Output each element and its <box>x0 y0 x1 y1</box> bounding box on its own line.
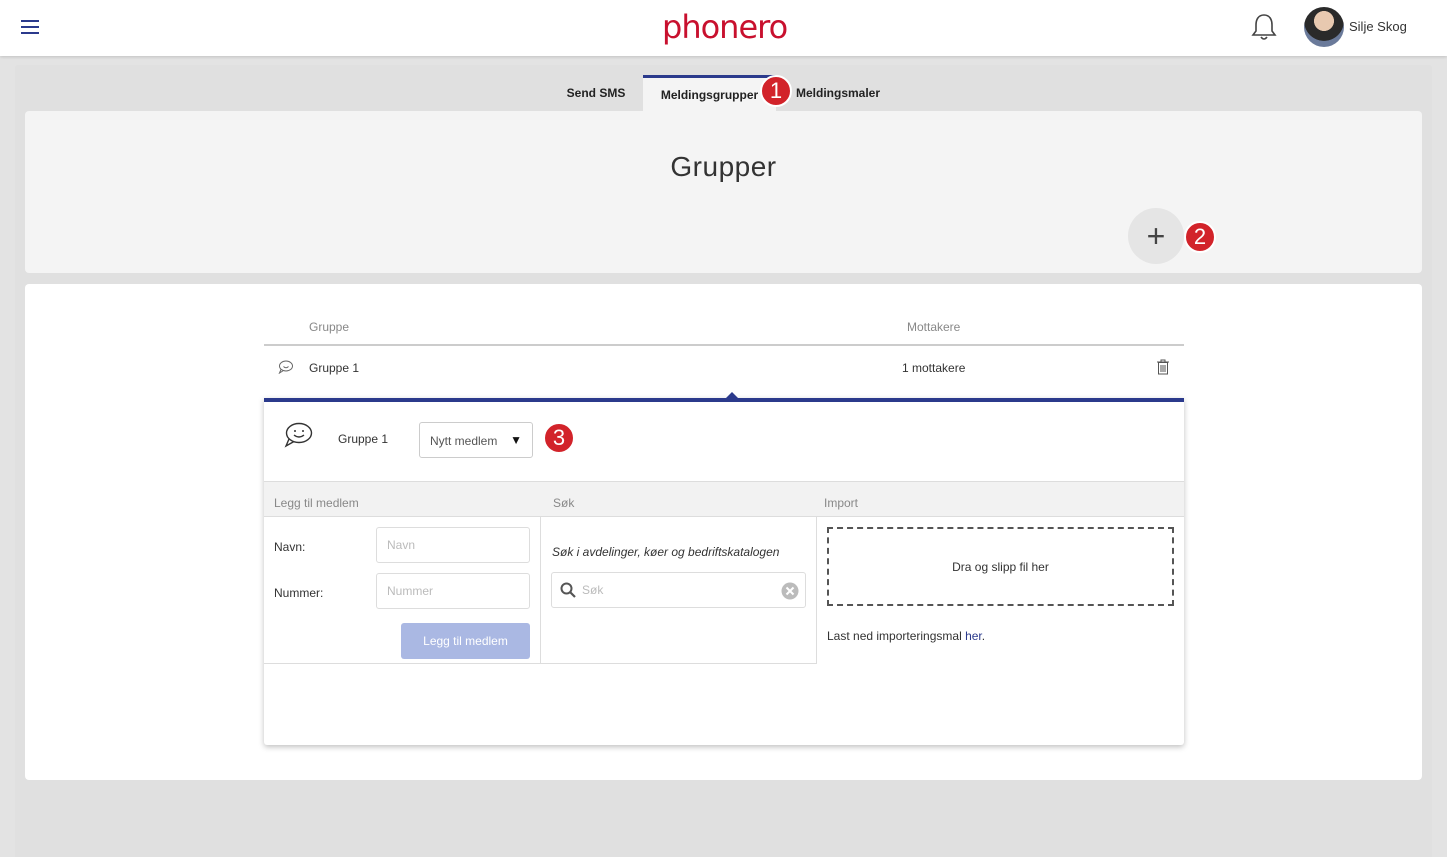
page-title: Grupper <box>670 151 777 182</box>
file-dropzone[interactable]: Dra og slipp fil her <box>827 527 1174 606</box>
name-input[interactable] <box>376 527 530 563</box>
chat-smiley-icon <box>284 422 313 448</box>
name-label: Navn: <box>274 540 306 554</box>
import-note-suffix: . <box>981 629 986 643</box>
number-input[interactable] <box>376 573 530 609</box>
top-bar: phonero Silje Skog <box>0 0 1447 56</box>
import-template-link[interactable]: her <box>965 629 982 643</box>
section-label-search: Søk <box>553 496 575 510</box>
caret-down-icon: ▼ <box>510 433 522 447</box>
panel-group-name: Gruppe 1 <box>338 432 389 446</box>
section-label-import: Import <box>824 496 859 510</box>
avatar[interactable] <box>1304 7 1344 47</box>
clear-icon[interactable] <box>781 582 799 600</box>
column-divider <box>540 517 541 664</box>
search-hint: Søk i avdelinger, køer og bedriftskatalo… <box>552 545 780 559</box>
trash-icon[interactable] <box>1156 359 1170 375</box>
column-divider <box>816 517 817 664</box>
menu-icon[interactable] <box>21 20 39 34</box>
columns-bottom-line <box>264 663 817 664</box>
section-header-bar: Legg til medlem Søk Import <box>264 481 1184 517</box>
search-input[interactable] <box>582 573 772 607</box>
bell-icon[interactable] <box>1250 12 1278 42</box>
dropdown-value: Nytt medlem <box>430 434 498 448</box>
member-type-dropdown[interactable]: Nytt medlem ▼ <box>419 422 533 458</box>
groups-header-card: Grupper + <box>25 111 1422 273</box>
column-header-gruppe[interactable]: Gruppe <box>309 320 349 334</box>
import-template-note: Last ned importeringsmal her. <box>827 629 985 643</box>
tab-meldingsmaler[interactable]: Meldingsmaler <box>784 75 892 111</box>
groups-table-card: Gruppe Mottakere Gruppe 1 1 mottakere Gr… <box>25 284 1422 780</box>
callout-badge-2: 2 <box>1184 221 1216 253</box>
add-group-button[interactable]: + <box>1128 208 1184 264</box>
column-header-mottakere[interactable]: Mottakere <box>907 320 960 334</box>
number-label: Nummer: <box>274 586 324 600</box>
search-icon <box>560 582 576 598</box>
group-detail-panel: Gruppe 1 Nytt medlem ▼ Legg til medlem S… <box>264 392 1184 745</box>
phonero-logo[interactable]: phonero <box>662 8 788 46</box>
user-name[interactable]: Silje Skog <box>1349 19 1407 34</box>
callout-badge-1: 1 <box>760 75 792 107</box>
group-row-name[interactable]: Gruppe 1 <box>309 361 359 375</box>
chat-smiley-icon <box>278 360 293 374</box>
import-note-prefix: Last ned importeringsmal <box>827 629 966 643</box>
tab-send-sms[interactable]: Send SMS <box>553 75 639 111</box>
panel-pointer <box>726 392 738 398</box>
search-box[interactable] <box>551 572 806 608</box>
section-label-add-member: Legg til medlem <box>274 496 359 510</box>
tab-meldingsgrupper[interactable]: Meldingsgrupper <box>643 75 776 111</box>
group-row-recipients: 1 mottakere <box>902 361 966 375</box>
header-divider <box>264 344 1184 346</box>
add-member-button[interactable]: Legg til medlem <box>401 623 530 659</box>
callout-badge-3: 3 <box>543 422 575 454</box>
